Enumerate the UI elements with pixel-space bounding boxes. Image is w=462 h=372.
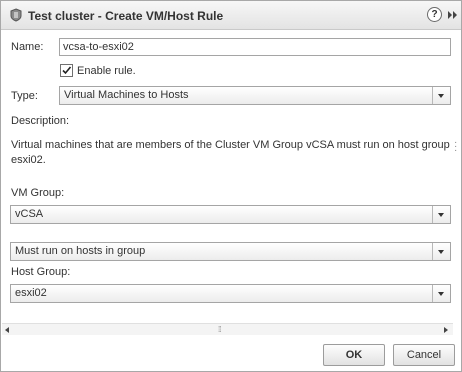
name-field[interactable]: vcsa-to-esxi02	[59, 38, 451, 56]
chevron-down-icon	[438, 250, 444, 254]
scroll-left-icon[interactable]	[5, 327, 9, 333]
type-dropdown-button[interactable]	[432, 87, 450, 104]
vm-group-select-value: vCSA	[15, 208, 44, 220]
dialog-title: Test cluster - Create VM/Host Rule	[28, 9, 224, 23]
host-group-dropdown-button[interactable]	[432, 285, 450, 302]
enable-rule-label: Enable rule.	[77, 65, 136, 77]
ok-button[interactable]: OK	[323, 344, 385, 366]
help-icon[interactable]: ?	[427, 7, 442, 22]
type-select-value: Virtual Machines to Hosts	[64, 89, 189, 101]
type-label: Type:	[11, 90, 38, 102]
host-group-select-value: esxi02	[15, 287, 47, 299]
rule-condition-select[interactable]: Must run on hosts in group	[10, 242, 451, 261]
description-text: Virtual machines that are members of the…	[11, 139, 450, 166]
cluster-icon	[9, 8, 23, 22]
host-group-label: Host Group:	[11, 266, 71, 278]
checkmark-icon	[62, 66, 72, 75]
chevron-down-icon	[438, 94, 444, 98]
name-label: Name:	[11, 41, 44, 53]
chevron-down-icon	[438, 213, 444, 217]
rule-condition-select-value: Must run on hosts in group	[15, 245, 146, 257]
horizontal-scrollbar[interactable]: ⁞⁞	[2, 323, 453, 335]
scroll-right-icon[interactable]	[444, 327, 448, 333]
create-vm-host-rule-dialog: Test cluster - Create VM/Host Rule ? Nam…	[0, 0, 462, 372]
dialog-content: Name: vcsa-to-esxi02 Enable rule. Type: …	[2, 31, 453, 321]
vertical-resize-grip[interactable]: · · ·	[454, 138, 458, 156]
dialog-titlebar: Test cluster - Create VM/Host Rule ?	[1, 1, 461, 30]
host-group-select[interactable]: esxi02	[10, 284, 451, 303]
cancel-button[interactable]: Cancel	[393, 344, 455, 366]
enable-rule-checkbox[interactable]	[60, 64, 73, 77]
description-label: Description:	[11, 115, 70, 127]
chevron-down-icon	[438, 292, 444, 296]
vm-group-select[interactable]: vCSA	[10, 205, 451, 224]
double-chevron-right-icon[interactable]	[447, 10, 459, 20]
dialog-footer: OK Cancel	[1, 336, 461, 371]
vm-group-dropdown-button[interactable]	[432, 206, 450, 223]
type-select[interactable]: Virtual Machines to Hosts	[59, 86, 451, 105]
rule-condition-dropdown-button[interactable]	[432, 243, 450, 260]
vm-group-label: VM Group:	[11, 187, 65, 199]
scrollbar-grip[interactable]: ⁞⁞	[218, 325, 222, 334]
